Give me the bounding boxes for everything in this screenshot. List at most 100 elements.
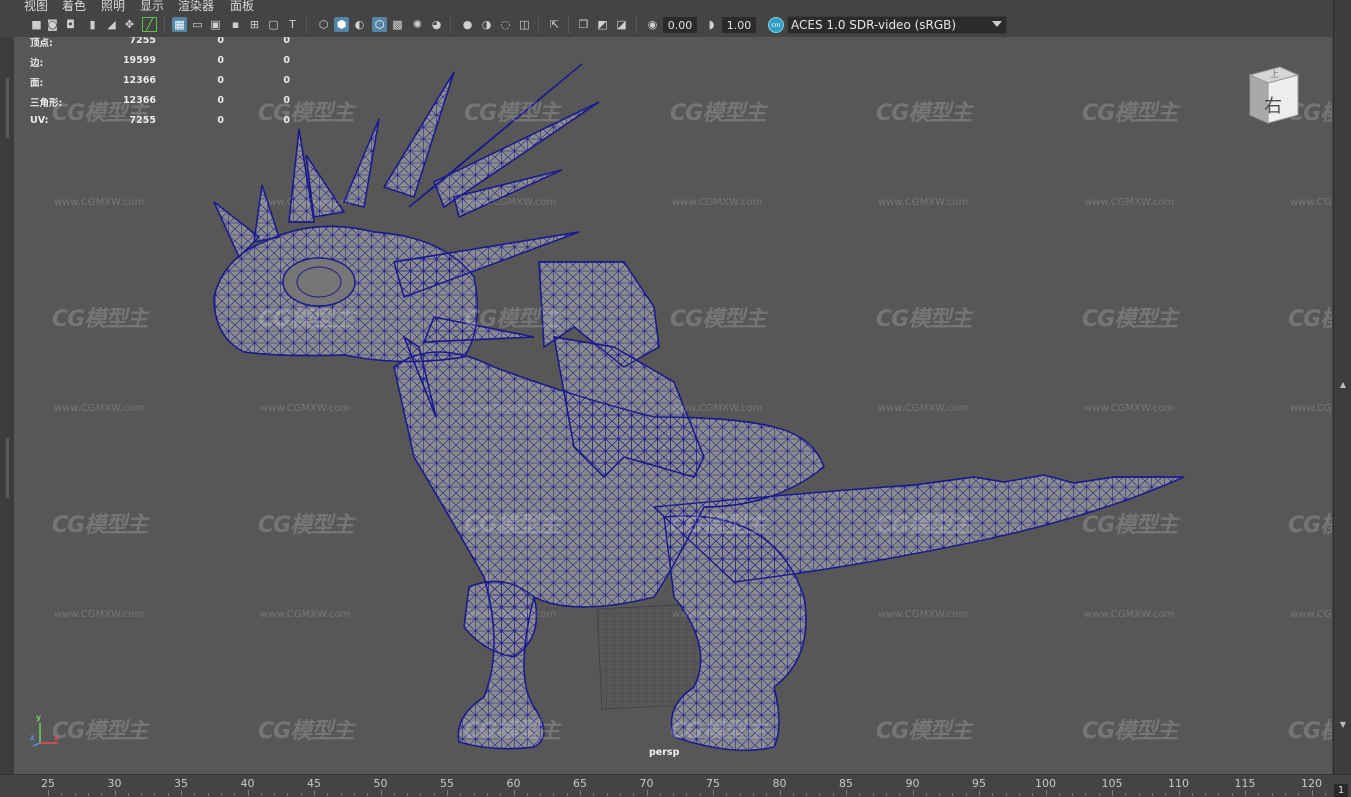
hud-label: 面:: [30, 78, 44, 89]
view-transform-value: ACES 1.0 SDR-video (sRGB): [791, 18, 957, 32]
view-cube-top-label: 上: [1270, 70, 1280, 80]
safe-action-icon[interactable]: ▢: [266, 17, 281, 32]
dragon-wireframe-mesh[interactable]: [14, 37, 1332, 774]
timeline-tick-label: 70: [639, 777, 654, 790]
timeline-tick-label: 115: [1234, 777, 1256, 790]
timeline-tick-mark: [1245, 790, 1246, 796]
textured-icon[interactable]: ▩: [390, 17, 405, 32]
hud-value: 0: [283, 115, 290, 126]
menu-show[interactable]: 显示: [140, 0, 164, 13]
timeline-tick-mark: [314, 790, 315, 796]
film-gate-icon[interactable]: ▭: [190, 17, 205, 32]
bookmark-icon[interactable]: ▮: [85, 17, 100, 32]
timeline-tick-mark: [1311, 790, 1313, 796]
timeline-tick-label: 120: [1301, 777, 1322, 790]
lighting-icon[interactable]: ✺: [410, 17, 425, 32]
resolution-gate-icon[interactable]: ▣: [208, 17, 223, 32]
2d-pan-zoom-icon[interactable]: ✥: [122, 17, 137, 32]
timeline-tick-mark: [646, 790, 648, 796]
camera-select-icon[interactable]: ■: [29, 17, 44, 32]
hud-value: 0: [283, 37, 290, 46]
menu-lighting[interactable]: 照明: [101, 0, 125, 13]
exposure-field[interactable]: [663, 17, 697, 33]
menu-view[interactable]: 视图: [24, 0, 48, 13]
color-management-icon[interactable]: cm: [768, 17, 784, 33]
timeline-tick-label: 105: [1101, 777, 1123, 790]
hud-label: 三角形:: [30, 98, 63, 109]
xray-components-icon[interactable]: ◪: [614, 17, 629, 32]
timeline-tick-mark: [580, 790, 581, 796]
hud-value: 7255: [129, 37, 156, 46]
isolate-select-icon[interactable]: ⇱: [547, 17, 562, 32]
safe-title-icon[interactable]: T: [285, 17, 300, 32]
image-plane-icon[interactable]: ◢: [104, 17, 119, 32]
use-default-material-icon[interactable]: ◐: [352, 17, 367, 32]
hud-value: 0: [217, 55, 224, 66]
xray-icon[interactable]: ❐: [576, 17, 591, 32]
view-cube[interactable]: 上 右: [1248, 65, 1300, 125]
hud-value: 19599: [122, 55, 156, 66]
timeline-tick-label: 40: [240, 777, 255, 790]
grease-pencil-icon[interactable]: ╱: [142, 17, 157, 32]
current-frame-field[interactable]: 1: [1334, 784, 1348, 797]
hud-label: 顶点:: [30, 38, 53, 49]
perspective-viewport[interactable]: CG模型主CG模型主CG模型主CG模型主CG模型主CG模型主CG模型主CG模型主…: [14, 37, 1332, 774]
gamma-field[interactable]: [722, 17, 756, 33]
timeline-tick-mark: [1178, 790, 1180, 796]
camera-attributes-icon[interactable]: ◙: [45, 17, 60, 32]
menu-panels[interactable]: 面板: [230, 0, 254, 13]
smooth-shade-icon[interactable]: ⬢: [334, 17, 349, 32]
xray-joints-icon[interactable]: ◩: [595, 17, 610, 32]
toolbar-separator: [164, 17, 167, 33]
toolbar-separator: [306, 17, 309, 33]
axis-y-label: y: [36, 713, 42, 722]
wireframe-on-shaded-icon[interactable]: ⬡: [372, 17, 387, 32]
view-transform-select[interactable]: ACES 1.0 SDR-video (sRGB): [787, 16, 1007, 34]
hud-value: 7255: [129, 115, 156, 126]
timeline-tick-label: 25: [41, 777, 55, 790]
hud-value: 0: [283, 95, 290, 106]
toolbar-separator: [568, 17, 571, 33]
motion-blur-icon[interactable]: ◑: [479, 17, 494, 32]
toolbar-separator: [636, 17, 639, 33]
depth-of-field-icon[interactable]: ◫: [517, 17, 532, 32]
shadows-icon[interactable]: ◕: [429, 17, 444, 32]
timeline-tick-mark: [1112, 790, 1113, 796]
timeline-tick-label: 110: [1168, 777, 1189, 790]
menu-shading[interactable]: 着色: [62, 0, 86, 13]
timeline-tick-mark: [247, 790, 249, 796]
timeline-tick-mark: [912, 790, 914, 796]
timeline-tick-label: 85: [839, 777, 853, 790]
timeline-tick-label: 50: [373, 777, 388, 790]
timeline-tick-label: 65: [573, 777, 587, 790]
hud-value: 0: [283, 55, 290, 66]
wireframe-icon[interactable]: ⬡: [316, 17, 331, 32]
camera-lock-icon[interactable]: ◘: [63, 17, 78, 32]
ambient-occlusion-icon[interactable]: ●: [460, 17, 475, 32]
anti-aliasing-icon[interactable]: ◌: [498, 17, 513, 32]
timeline-tick-mark: [447, 790, 448, 796]
dragon-eye: [282, 257, 356, 307]
time-slider[interactable]: 1 25 30 35 40 45 50 55 60 65 70 75 80 85 90 95 100 105 11…: [0, 774, 1351, 797]
panel-resize-handle[interactable]: [6, 438, 9, 498]
timeline-tick-mark: [979, 790, 980, 796]
timeline-tick-mark: [380, 790, 382, 796]
grid-icon[interactable]: ▦: [172, 17, 187, 32]
hud-value: 0: [217, 95, 224, 106]
scroll-up-icon[interactable]: ▲: [1338, 380, 1348, 390]
timeline-tick-mark: [779, 790, 781, 796]
gamma-icon[interactable]: ◗: [704, 17, 719, 32]
timeline-tick-label: 95: [972, 777, 986, 790]
menu-renderer[interactable]: 渲染器: [178, 0, 214, 13]
mesh-wireframe-overlay: [253, 184, 280, 243]
timeline-tick-label: 30: [107, 777, 122, 790]
timeline-tick-label: 90: [905, 777, 920, 790]
axis-x-label: x: [54, 733, 60, 742]
exposure-icon[interactable]: ◉: [645, 17, 660, 32]
field-chart-icon[interactable]: ⊞: [247, 17, 262, 32]
scroll-down-icon[interactable]: ▼: [1338, 720, 1348, 730]
panel-menu-bar: 视图 着色 照明 显示 渲染器 面板: [0, 0, 1351, 13]
gate-mask-icon[interactable]: ▪: [228, 17, 243, 32]
panel-resize-handle[interactable]: [6, 78, 9, 138]
axis-gizmo: y z x: [30, 713, 60, 747]
